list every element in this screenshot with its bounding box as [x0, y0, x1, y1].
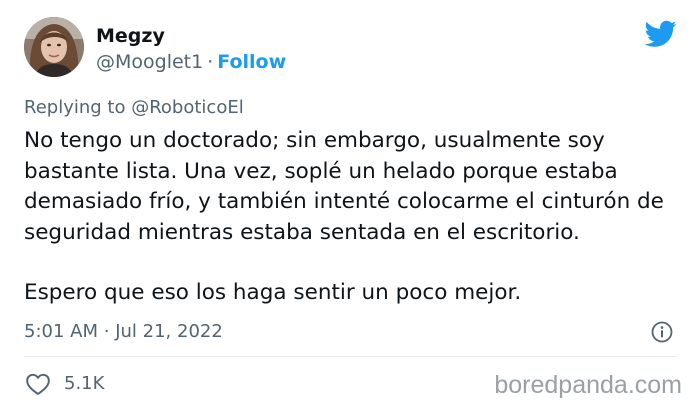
- avatar-image: [24, 17, 84, 77]
- like-count: 5.1K: [64, 373, 105, 394]
- watermark: boredpanda.com: [494, 371, 682, 399]
- replying-to-prefix: Replying to: [24, 97, 126, 118]
- tweet-card: Megzy @Mooglet1 · Follow Replying to @Robo…: [0, 0, 700, 410]
- tweet-paragraph-2: Espero que eso los haga sentir un poco m…: [24, 280, 522, 305]
- tweet-paragraph-1: No tengo un doctorado; sin embargo, usua…: [24, 128, 664, 245]
- handle-separator: ·: [207, 51, 214, 73]
- heart-icon[interactable]: [25, 372, 51, 396]
- tweet-time: 5:01 AM: [24, 321, 98, 342]
- author-handle-row: @Mooglet1 · Follow: [96, 50, 286, 74]
- follow-button[interactable]: Follow: [217, 51, 286, 73]
- tweet-text: No tengo un doctorado; sin embargo, usua…: [24, 126, 674, 309]
- avatar[interactable]: [24, 17, 84, 77]
- tweet-timestamp[interactable]: 5:01 AM · Jul 21, 2022: [24, 320, 223, 344]
- tweet-date: Jul 21, 2022: [115, 321, 223, 342]
- author-handle[interactable]: @Mooglet1: [96, 51, 203, 73]
- author-name[interactable]: Megzy: [96, 24, 165, 48]
- info-icon[interactable]: [650, 320, 674, 344]
- timestamp-separator: ·: [103, 321, 110, 342]
- replying-to-mention[interactable]: @RoboticoEl: [131, 97, 244, 118]
- divider: [24, 356, 676, 357]
- replying-to: Replying to @RoboticoEl: [24, 96, 244, 120]
- twitter-bird-icon[interactable]: [644, 20, 677, 48]
